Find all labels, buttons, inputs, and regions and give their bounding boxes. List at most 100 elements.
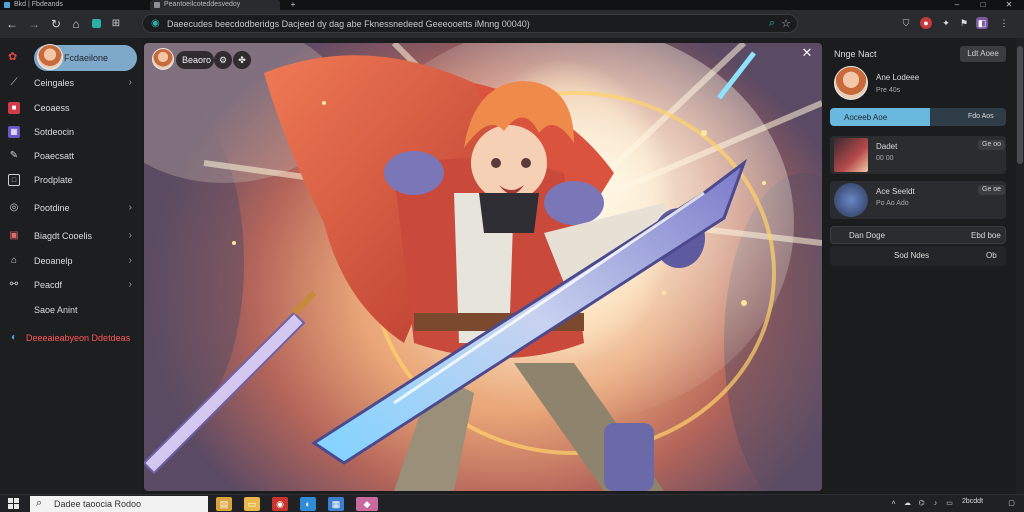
sidebar-item-8[interactable]: ⌂ Deoanelp › bbox=[4, 251, 138, 271]
red-square-icon: ■ bbox=[8, 102, 20, 114]
taskbar-search[interactable]: ⌕ Dadee taoocia Rodoo bbox=[30, 496, 208, 512]
panel-header-button[interactable]: Ldt Aoee bbox=[960, 46, 1006, 62]
info-row-left: Dan Doge bbox=[849, 231, 886, 240]
sidebar-item-3[interactable]: ▦ Sotdeocin bbox=[4, 122, 138, 142]
item-thumbnail bbox=[834, 183, 868, 217]
close-window-button[interactable]: ✕ bbox=[998, 0, 1020, 10]
minimize-button[interactable]: – bbox=[946, 0, 968, 10]
sidebar-item-9[interactable]: ⚯ Peacdf › bbox=[4, 275, 138, 295]
purple-square-icon: ▦ bbox=[8, 126, 20, 138]
back-button[interactable]: ← bbox=[4, 16, 20, 32]
progress-card[interactable]: Aoceeb Aoe Fdo Aos bbox=[830, 108, 1006, 126]
store-icon[interactable]: ▦ bbox=[328, 497, 344, 511]
footer-row[interactable]: Sod Ndes Ob bbox=[830, 246, 1006, 266]
chevron-right-icon: › bbox=[128, 255, 132, 266]
sidebar-item-2[interactable]: ■ Ceoaess bbox=[4, 98, 138, 118]
address-bar[interactable]: ◉ Daeecudes beecdodberidgs Dacjeed dy da… bbox=[142, 14, 798, 33]
edge-icon[interactable]: ◐ bbox=[300, 497, 316, 511]
sidebar-item-label: Sotdeocin bbox=[34, 127, 75, 137]
sidebar-item-label: Deoanelp bbox=[34, 256, 73, 266]
panel-header: Nnge Nact bbox=[834, 49, 877, 59]
reload-button[interactable]: ↻ bbox=[48, 16, 64, 32]
tab-strip: Bkd | Fbdeands Peantoeilcoteddesvedoy + … bbox=[0, 0, 1024, 10]
sidebar-footer-link[interactable]: ◐ Deeeaieabyeon Ddetdeas bbox=[4, 328, 138, 348]
sidebar-item-1[interactable]: ⟋ Ceingales › bbox=[4, 73, 138, 93]
profile-icon[interactable]: ◧ bbox=[976, 17, 988, 29]
chevron-right-icon: › bbox=[128, 202, 132, 213]
tab-1[interactable]: Bkd | Fbdeands bbox=[0, 0, 104, 10]
tray-clock[interactable]: 2bcddt bbox=[962, 498, 983, 505]
lock-icon: ◉ bbox=[151, 18, 160, 29]
flag-icon[interactable]: ⚑ bbox=[958, 17, 970, 29]
tab-label: Bkd | Fbdeands bbox=[14, 1, 63, 8]
author-chip[interactable]: Beaoro bbox=[176, 51, 214, 69]
site-info-icon[interactable] bbox=[88, 16, 104, 32]
address-text: Daeecudes beecdodberidgs Dacjeed dy dag … bbox=[167, 19, 530, 29]
edge-icon: ◐ bbox=[10, 332, 18, 343]
item-meta: Po Ao Ado bbox=[876, 200, 909, 207]
sidebar-item-label: Ceingales bbox=[34, 78, 75, 88]
sidebar-item-6[interactable]: ◎ Pootdine › bbox=[4, 198, 138, 218]
notification-icon[interactable]: ▢ bbox=[1006, 498, 1017, 509]
home-button[interactable]: ⌂ bbox=[68, 16, 84, 32]
item-thumbnail bbox=[834, 138, 868, 172]
item-badge: Ge oe bbox=[978, 185, 1006, 195]
footer-link-label: Deeeaieabyeon Ddetdeas bbox=[26, 333, 131, 343]
search-icon[interactable]: ⌕ bbox=[769, 17, 775, 30]
paw-icon[interactable]: ✤ bbox=[233, 51, 251, 69]
chevron-right-icon: › bbox=[128, 77, 132, 88]
sidebar-item-5[interactable]: □ Prodplate bbox=[4, 170, 138, 190]
item-meta: 00 00 bbox=[876, 155, 894, 162]
frame-icon: □ bbox=[8, 174, 20, 186]
puzzle-icon[interactable]: ✦ bbox=[940, 17, 952, 29]
progress-label: Aoceeb Aoe bbox=[844, 113, 888, 122]
sidebar-item-label: Biagdt Cooelis bbox=[34, 231, 93, 241]
app-icon[interactable]: ◉ bbox=[272, 497, 288, 511]
new-tab-button[interactable]: + bbox=[282, 0, 304, 10]
chevron-right-icon: › bbox=[128, 279, 132, 290]
panel-profile-name: Ane Lodeee bbox=[876, 73, 920, 82]
scrollbar-thumb[interactable] bbox=[1017, 46, 1023, 164]
forward-button[interactable]: → bbox=[26, 16, 42, 32]
settings-icon[interactable]: ⚙ bbox=[214, 51, 232, 69]
list-item[interactable]: Ace Seeldt Po Ao Ado Ge oe bbox=[830, 181, 1006, 219]
search-icon: ⌕ bbox=[36, 497, 43, 509]
battery-icon[interactable]: ▭ bbox=[944, 498, 955, 509]
record-icon[interactable]: ● bbox=[920, 17, 932, 29]
right-panel: Nnge Nact Ldt Aoee Ane Lodeee Pre 40s Ao… bbox=[826, 38, 1024, 494]
house-icon: ⌂ bbox=[10, 255, 18, 266]
taskbar-search-placeholder: Dadee taoocia Rodoo bbox=[54, 499, 142, 509]
close-icon[interactable]: ✕ bbox=[800, 46, 814, 60]
sidebar-item-label: Saoe Anint bbox=[34, 305, 78, 315]
sidebar-item-10[interactable]: Saoe Anint bbox=[4, 300, 138, 320]
logo-icon: ✿ bbox=[8, 51, 18, 63]
pencil-icon: ✎ bbox=[9, 150, 19, 161]
menu-icon[interactable]: ⋮ bbox=[998, 17, 1010, 29]
file-icon[interactable]: ▤ bbox=[216, 497, 232, 511]
folder-icon[interactable]: ▭ bbox=[244, 497, 260, 511]
star-icon[interactable]: ☆ bbox=[781, 17, 791, 30]
sidebar-item-label: Prodplate bbox=[34, 175, 73, 185]
panel-avatar[interactable] bbox=[834, 66, 868, 100]
chevron-up-icon[interactable]: ˄ bbox=[888, 498, 899, 509]
info-row[interactable]: Dan Doge Ebd boe bbox=[830, 226, 1006, 244]
author-avatar[interactable] bbox=[152, 48, 174, 70]
profile-name: Fcdaeilone bbox=[64, 53, 109, 63]
tab-favicon-icon bbox=[4, 2, 10, 8]
sidebar-item-4[interactable]: ✎ Poaecsatt bbox=[4, 146, 138, 166]
tab-2[interactable]: Peantoeilcoteddesvedoy bbox=[150, 0, 280, 10]
list-item[interactable]: Dadet 00 00 Ge oo bbox=[830, 136, 1006, 174]
network-icon[interactable]: ⌬ bbox=[916, 498, 927, 509]
shield-icon[interactable]: ⛉ bbox=[900, 17, 912, 29]
sidebar-item-7[interactable]: ▣ Biagdt Cooelis › bbox=[4, 226, 138, 246]
maximize-button[interactable]: □ bbox=[972, 0, 994, 10]
pink-icon[interactable]: ◆ bbox=[356, 497, 378, 511]
cloud-icon[interactable]: ☁ bbox=[902, 498, 913, 509]
image-viewer[interactable] bbox=[144, 43, 822, 491]
grid-icon[interactable]: ⊞ bbox=[108, 16, 124, 32]
avatar[interactable] bbox=[37, 44, 63, 70]
volume-icon[interactable]: ♪ bbox=[930, 498, 941, 509]
start-icon[interactable] bbox=[8, 498, 20, 510]
item-title: Ace Seeldt bbox=[876, 187, 915, 196]
book-icon: ▣ bbox=[9, 230, 19, 241]
